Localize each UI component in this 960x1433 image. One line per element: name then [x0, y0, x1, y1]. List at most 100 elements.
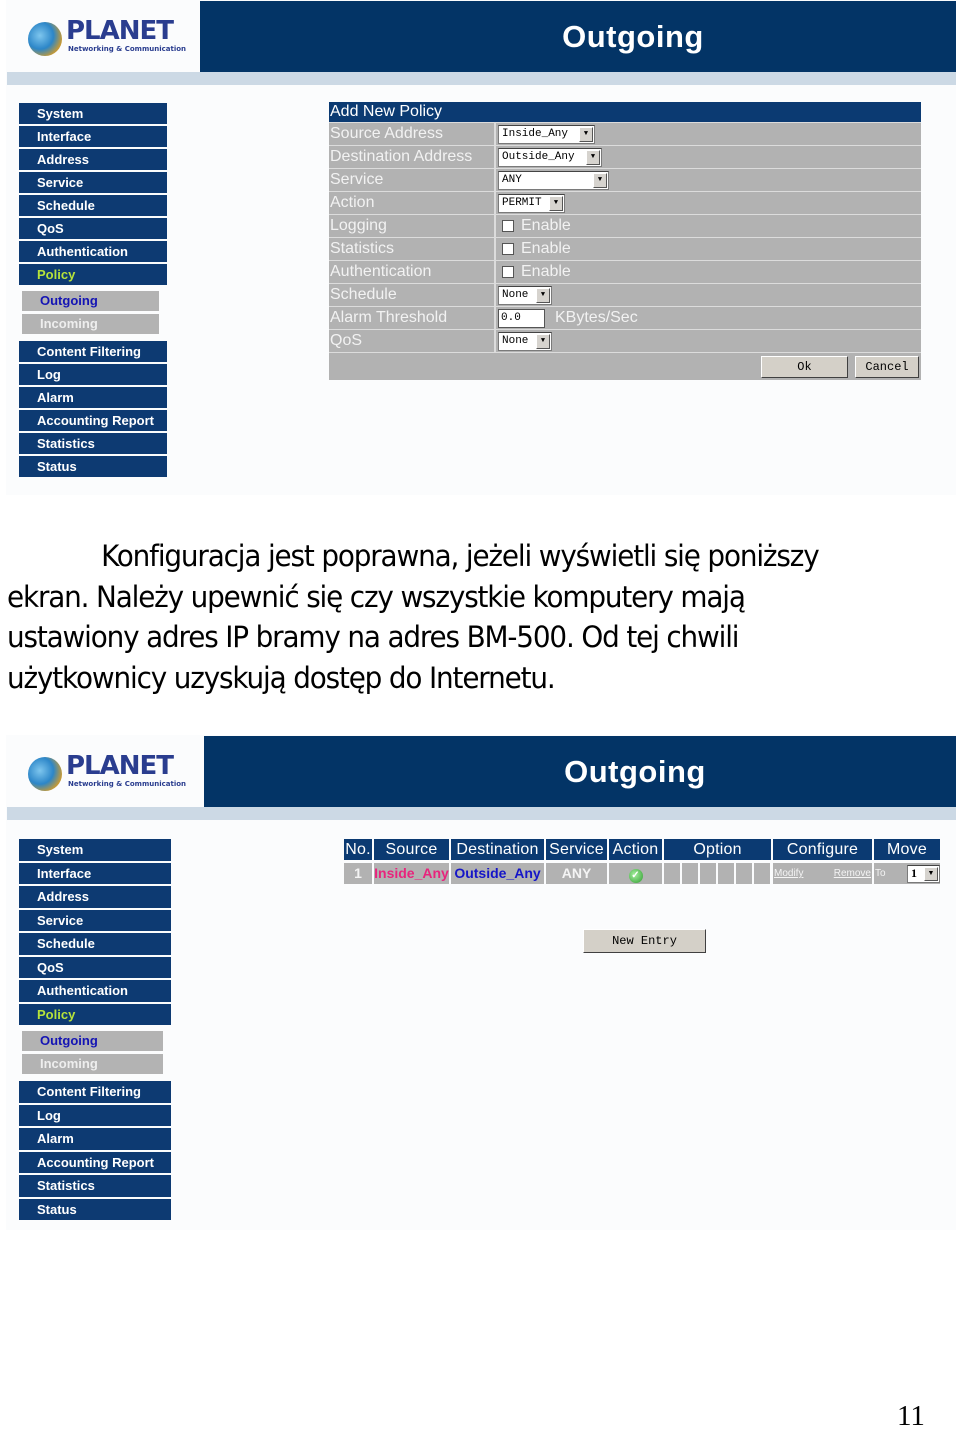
logging-label: Logging [329, 215, 496, 237]
globe-icon [28, 757, 62, 791]
option-slot [718, 863, 734, 884]
checkbox-icon[interactable] [502, 266, 514, 278]
sidebar-item-address[interactable]: Address [19, 149, 167, 170]
chevron-down-icon[interactable]: ▼ [579, 126, 593, 142]
sidebar-subitem-outgoing[interactable]: Outgoing [22, 1031, 163, 1051]
authentication-checkbox[interactable]: Enable [498, 263, 571, 281]
sidebar-item-qos[interactable]: QoS [19, 956, 171, 978]
sidebar-item-service[interactable]: Service [19, 172, 167, 193]
schedule-value: None [502, 289, 529, 301]
cell-no: 1 [344, 863, 372, 884]
move-to-select[interactable]: 1 ▼ [907, 864, 940, 883]
sidebar: System Interface Address Service Schedul… [19, 103, 167, 479]
sidebar-item-interface[interactable]: Interface [19, 862, 171, 884]
sidebar-item-system[interactable]: System [19, 103, 167, 124]
statistics-enable-label: Enable [521, 240, 571, 257]
ok-button[interactable]: Ok [761, 355, 848, 378]
chevron-down-icon[interactable]: ▼ [549, 195, 563, 211]
col-header-configure: Configure [773, 839, 872, 860]
header: PLANET Networking & Communication Outgoi… [6, 735, 956, 820]
sidebar-subitem-incoming[interactable]: Incoming [22, 314, 159, 334]
sidebar-item-authentication[interactable]: Authentication [19, 980, 171, 1002]
checkbox-icon[interactable] [502, 243, 514, 255]
cell-source-link[interactable]: Inside_Any [374, 863, 449, 884]
authentication-label: Authentication [329, 261, 496, 283]
sidebar-item-status[interactable]: Status [19, 456, 167, 477]
col-header-option: Option [664, 839, 771, 860]
title-bar: Outgoing [200, 1, 956, 72]
cell-configure: Modify Remove [773, 863, 872, 884]
sidebar-item-statistics[interactable]: Statistics [19, 1175, 171, 1197]
chevron-down-icon[interactable]: ▼ [536, 333, 550, 349]
cell-action: ✓ [609, 863, 662, 884]
remove-link[interactable]: Remove [834, 863, 871, 884]
sidebar-item-content-filtering[interactable]: Content Filtering [19, 341, 167, 362]
screenshot-add-policy: PLANET Networking & Communication Outgoi… [6, 0, 956, 495]
sidebar-item-policy[interactable]: Policy [19, 264, 167, 285]
checkbox-icon[interactable] [502, 220, 514, 232]
table-header-row: No. Source Destination Service Action Op… [344, 839, 942, 860]
cell-destination-link[interactable]: Outside_Any [451, 863, 544, 884]
source-address-row: Source Address Inside_Any ▼ [329, 122, 921, 145]
cell-service: ANY [546, 863, 607, 884]
action-label: Action [329, 192, 496, 214]
schedule-select[interactable]: None ▼ [498, 285, 552, 305]
sidebar-item-alarm[interactable]: Alarm [19, 1128, 171, 1150]
modify-link[interactable]: Modify [774, 863, 803, 884]
logging-row: Logging Enable [329, 214, 921, 237]
page-title: Outgoing [564, 754, 706, 789]
sidebar-item-status[interactable]: Status [19, 1198, 171, 1220]
option-slot [682, 863, 698, 884]
add-policy-form: Add New Policy Source Address Inside_Any… [329, 102, 921, 380]
chevron-down-icon[interactable]: ▼ [924, 866, 938, 881]
sidebar-item-alarm[interactable]: Alarm [19, 387, 167, 408]
authentication-enable-label: Enable [521, 263, 571, 280]
qos-select[interactable]: None ▼ [498, 331, 552, 351]
sidebar-item-authentication[interactable]: Authentication [19, 241, 167, 262]
sidebar-item-log[interactable]: Log [19, 1104, 171, 1126]
qos-row: QoS None ▼ [329, 329, 921, 352]
sidebar-item-service[interactable]: Service [19, 909, 171, 931]
chevron-down-icon[interactable]: ▼ [593, 172, 607, 188]
chevron-down-icon[interactable]: ▼ [536, 287, 550, 303]
action-select[interactable]: PERMIT ▼ [498, 193, 565, 213]
sidebar-item-schedule[interactable]: Schedule [19, 933, 171, 955]
statistics-icon [682, 863, 698, 884]
sidebar-item-content-filtering[interactable]: Content Filtering [19, 1081, 171, 1103]
service-label: Service [329, 169, 496, 191]
sidebar-item-qos[interactable]: QoS [19, 218, 167, 239]
sidebar-item-policy[interactable]: Policy [19, 1003, 171, 1025]
chevron-down-icon[interactable]: ▼ [586, 149, 600, 165]
sidebar-item-statistics[interactable]: Statistics [19, 433, 167, 454]
sidebar-item-schedule[interactable]: Schedule [19, 195, 167, 216]
move-to-value: 1 [911, 866, 917, 880]
col-header-service: Service [546, 839, 607, 860]
logo-tagline: Networking & Communication [68, 45, 187, 53]
source-address-select[interactable]: Inside_Any ▼ [498, 124, 595, 144]
col-header-action: Action [609, 839, 662, 860]
screenshot-policy-list: PLANET Networking & Communication Outgoi… [6, 735, 956, 1230]
sidebar-item-accounting-report[interactable]: Accounting Report [19, 1151, 171, 1173]
statistics-checkbox[interactable]: Enable [498, 240, 571, 258]
sidebar-subitem-outgoing[interactable]: Outgoing [22, 291, 159, 311]
authentication-row: Authentication Enable [329, 260, 921, 283]
sidebar-item-accounting-report[interactable]: Accounting Report [19, 410, 167, 431]
paragraph-line: Konfiguracja jest poprawna, jeżeli wyświ… [7, 536, 909, 577]
sidebar-subitem-incoming[interactable]: Incoming [22, 1054, 163, 1074]
new-entry-button[interactable]: New Entry [583, 929, 706, 953]
col-header-source: Source [374, 839, 449, 860]
alarm-threshold-input[interactable] [498, 308, 545, 328]
sidebar-item-system[interactable]: System [19, 839, 171, 861]
destination-address-select[interactable]: Outside_Any ▼ [498, 147, 602, 167]
destination-address-row: Destination Address Outside_Any ▼ [329, 145, 921, 168]
logging-checkbox[interactable]: Enable [498, 217, 571, 235]
sidebar-item-interface[interactable]: Interface [19, 126, 167, 147]
service-select[interactable]: ANY ▼ [498, 170, 609, 190]
cancel-button[interactable]: Cancel [855, 355, 919, 378]
title-bar: Outgoing [204, 736, 956, 807]
alarm-threshold-unit: KBytes/Sec [555, 309, 638, 326]
planet-logo: PLANET Networking & Communication [26, 16, 186, 58]
sidebar-item-log[interactable]: Log [19, 364, 167, 385]
sidebar-item-address[interactable]: Address [19, 886, 171, 908]
logging-enable-label: Enable [521, 217, 571, 234]
